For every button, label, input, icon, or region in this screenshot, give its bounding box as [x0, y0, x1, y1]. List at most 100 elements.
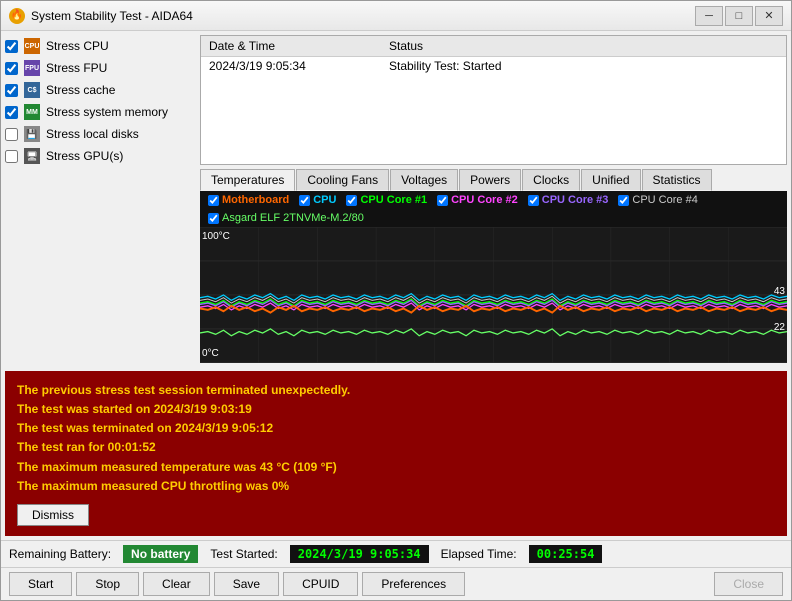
error-line-5: The maximum measured CPU throttling was …	[17, 477, 775, 496]
stress-cpu-label: Stress CPU	[46, 39, 109, 53]
error-line-2: The test was terminated on 2024/3/19 9:0…	[17, 419, 775, 438]
stress-disk-checkbox[interactable]	[5, 128, 18, 141]
chart-val1: 43	[774, 286, 785, 297]
legend-core4-label: CPU Core #4	[632, 194, 697, 206]
stress-cache-label: Stress cache	[46, 83, 115, 97]
stress-fpu-label: Stress FPU	[46, 61, 107, 75]
legend-cpu-label: CPU	[313, 194, 336, 206]
cpuid-button[interactable]: CPUID	[283, 572, 358, 596]
start-button[interactable]: Start	[9, 572, 72, 596]
window-controls: ─ □ ✕	[695, 6, 783, 26]
minimize-button[interactable]: ─	[695, 6, 723, 26]
clear-button[interactable]: Clear	[143, 572, 210, 596]
chart-y-min: 0°C	[202, 348, 219, 359]
error-line-0: The previous stress test session termina…	[17, 381, 775, 400]
tab-unified[interactable]: Unified	[581, 169, 640, 191]
stress-cache-checkbox[interactable]	[5, 84, 18, 97]
tab-statistics[interactable]: Statistics	[642, 169, 712, 191]
tab-temperatures[interactable]: Temperatures	[200, 169, 295, 191]
legend-nvme-checkbox[interactable]	[208, 213, 219, 224]
legend-core1-label: CPU Core #1	[360, 194, 427, 206]
error-line-3: The test ran for 00:01:52	[17, 438, 775, 457]
cpu-icon: CPU	[24, 38, 40, 54]
sidebar: CPU Stress CPU FPU Stress FPU C$ Stress …	[1, 31, 196, 367]
title-bar: 🔥 System Stability Test - AIDA64 ─ □ ✕	[1, 1, 791, 31]
log-header-status: Status	[381, 36, 786, 57]
legend-mb-label: Motherboard	[222, 194, 289, 206]
cache-icon: C$	[24, 82, 40, 98]
chart-svg	[200, 227, 787, 363]
window-title: System Stability Test - AIDA64	[31, 9, 695, 23]
legend-core2-checkbox[interactable]	[437, 195, 448, 206]
content-right: Date & Time Status 2024/3/19 9:05:34 Sta…	[196, 31, 791, 367]
log-status: Stability Test: Started	[381, 57, 786, 76]
tab-bar: Temperatures Cooling Fans Voltages Power…	[196, 169, 791, 191]
checkbox-stress-cpu[interactable]: CPU Stress CPU	[5, 37, 192, 55]
stress-disk-label: Stress local disks	[46, 127, 139, 141]
legend-core2: CPU Core #2	[437, 194, 518, 206]
checkbox-stress-fpu[interactable]: FPU Stress FPU	[5, 59, 192, 77]
bottom-bar: Start Stop Clear Save CPUID Preferences …	[1, 567, 791, 600]
preferences-button[interactable]: Preferences	[362, 572, 465, 596]
app-icon: 🔥	[9, 8, 25, 24]
stress-fpu-checkbox[interactable]	[5, 62, 18, 75]
gpu-icon: 🖥	[24, 148, 40, 164]
test-started-value: 2024/3/19 9:05:34	[290, 545, 429, 563]
test-started-label: Test Started:	[210, 547, 277, 561]
mem-icon: MM	[24, 104, 40, 120]
save-button[interactable]: Save	[214, 572, 279, 596]
remaining-battery-label: Remaining Battery:	[9, 547, 111, 561]
checkbox-stress-mem[interactable]: MM Stress system memory	[5, 103, 192, 121]
stress-gpu-label: Stress GPU(s)	[46, 149, 123, 163]
legend-mb-checkbox[interactable]	[208, 195, 219, 206]
legend-core1: CPU Core #1	[346, 194, 427, 206]
legend-core3-label: CPU Core #3	[542, 194, 609, 206]
stress-cpu-checkbox[interactable]	[5, 40, 18, 53]
legend-cpu-checkbox[interactable]	[299, 195, 310, 206]
legend-core3-checkbox[interactable]	[528, 195, 539, 206]
legend-core3: CPU Core #3	[528, 194, 609, 206]
legend-nvme: Asgard ELF 2TNVMe-M.2/80	[208, 212, 364, 224]
checkbox-stress-gpu[interactable]: 🖥 Stress GPU(s)	[5, 147, 192, 165]
tab-clocks[interactable]: Clocks	[522, 169, 580, 191]
fpu-icon: FPU	[24, 60, 40, 76]
elapsed-value: 00:25:54	[529, 545, 603, 563]
legend-core2-label: CPU Core #2	[451, 194, 518, 206]
close-button-bottom[interactable]: Close	[714, 572, 783, 596]
status-bar: Remaining Battery: No battery Test Start…	[1, 540, 791, 567]
elapsed-label: Elapsed Time:	[441, 547, 517, 561]
graph-area: 100°C 0°C 43 22	[200, 227, 787, 363]
legend-cpu: CPU	[299, 194, 336, 206]
error-panel: The previous stress test session termina…	[5, 371, 787, 536]
maximize-button[interactable]: □	[725, 6, 753, 26]
tab-powers[interactable]: Powers	[459, 169, 521, 191]
legend-core1-checkbox[interactable]	[346, 195, 357, 206]
chart-legend-row1: Motherboard CPU CPU Core #1 CPU Cor	[200, 191, 787, 209]
stress-mem-label: Stress system memory	[46, 105, 168, 119]
panels-row: CPU Stress CPU FPU Stress FPU C$ Stress …	[1, 31, 791, 367]
chart-area: Motherboard CPU CPU Core #1 CPU Cor	[200, 191, 787, 363]
no-battery-badge: No battery	[123, 545, 198, 563]
legend-core4-checkbox[interactable]	[618, 195, 629, 206]
stop-button[interactable]: Stop	[76, 572, 139, 596]
legend-core4: CPU Core #4	[618, 194, 697, 206]
error-line-1: The test was started on 2024/3/19 9:03:1…	[17, 400, 775, 419]
checkbox-stress-cache[interactable]: C$ Stress cache	[5, 81, 192, 99]
tab-voltages[interactable]: Voltages	[390, 169, 458, 191]
chart-y-max: 100°C	[202, 231, 230, 242]
legend-nvme-label: Asgard ELF 2TNVMe-M.2/80	[222, 212, 364, 224]
legend-motherboard: Motherboard	[208, 194, 289, 206]
log-row: 2024/3/19 9:05:34 Stability Test: Starte…	[201, 57, 786, 76]
tab-cooling-fans[interactable]: Cooling Fans	[296, 169, 389, 191]
close-button[interactable]: ✕	[755, 6, 783, 26]
main-window: 🔥 System Stability Test - AIDA64 ─ □ ✕ C…	[0, 0, 792, 601]
stress-gpu-checkbox[interactable]	[5, 150, 18, 163]
log-table: Date & Time Status 2024/3/19 9:05:34 Sta…	[200, 35, 787, 165]
error-line-4: The maximum measured temperature was 43 …	[17, 458, 775, 477]
checkbox-stress-disk[interactable]: 💾 Stress local disks	[5, 125, 192, 143]
chart-val2: 22	[774, 322, 785, 333]
log-header-datetime: Date & Time	[201, 36, 381, 57]
chart-legend-row2: Asgard ELF 2TNVMe-M.2/80	[200, 209, 787, 227]
dismiss-button[interactable]: Dismiss	[17, 504, 89, 526]
stress-mem-checkbox[interactable]	[5, 106, 18, 119]
